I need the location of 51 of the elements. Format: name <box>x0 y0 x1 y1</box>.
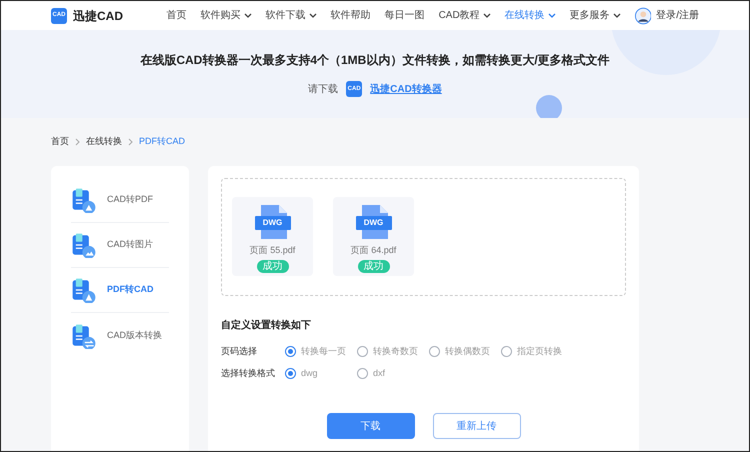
radio-button[interactable] <box>357 346 368 358</box>
logo-text: 迅捷CAD <box>73 8 123 24</box>
setting-label: 页码选择 <box>221 345 258 358</box>
nav-link[interactable]: 首页 <box>166 8 187 23</box>
chevron-right-icon <box>128 138 133 146</box>
document-icon <box>71 322 97 348</box>
nav-link[interactable]: 更多服务 <box>570 8 621 23</box>
radio-label: dxf <box>373 366 386 380</box>
radio-label: 转换偶数页 <box>445 345 490 358</box>
nav-link[interactable]: CAD教程 <box>438 8 491 23</box>
sidebar-item[interactable]: CAD转图片 <box>71 223 169 268</box>
settings-title: 自定义设置转换如下 <box>221 318 312 333</box>
nav-link[interactable]: 软件帮助 <box>330 8 371 23</box>
nav-link[interactable]: 每日一图 <box>384 8 425 23</box>
radio-label: 指定页转换 <box>517 345 562 358</box>
sidebar-item[interactable]: PDF转CAD <box>71 268 169 313</box>
download-prompt: 请下载 <box>308 82 338 96</box>
radio-label: dwg <box>301 366 318 380</box>
nav-link[interactable]: 在线转换 <box>504 8 556 23</box>
document-icon <box>71 187 97 213</box>
file-name: 页面 55.pdf <box>250 244 296 257</box>
radio-button[interactable] <box>501 346 512 358</box>
avatar-icon[interactable] <box>634 6 652 26</box>
reupload-button[interactable]: 重新上传 <box>432 413 520 439</box>
breadcrumb-link[interactable]: PDF转CAD <box>139 135 186 149</box>
radio-button[interactable] <box>357 368 368 379</box>
document-icon <box>71 277 97 303</box>
banner-headline: 在线版CAD转换器一次最多支持4个（1MB以内）文件转换，如需转换更大/更多格式文件 <box>140 52 610 69</box>
file-type-label: DWG <box>262 217 284 229</box>
nav-link[interactable]: 软件下载 <box>266 8 317 23</box>
radio-label: 转换奇数页 <box>373 345 418 358</box>
radio-label: 转换每一页 <box>301 345 346 358</box>
file-icon <box>356 205 392 239</box>
chevron-right-icon <box>75 138 80 146</box>
document-icon <box>71 232 97 258</box>
radio-button[interactable] <box>285 346 296 358</box>
file-type-label: DWG <box>362 217 384 229</box>
file-icon <box>254 205 290 239</box>
breadcrumb-link[interactable]: 首页 <box>51 135 69 149</box>
nav-link[interactable]: 软件购买 <box>200 8 252 23</box>
breadcrumb-link[interactable]: 在线转换 <box>86 135 122 149</box>
login-link[interactable]: 登录/注册 <box>656 8 699 23</box>
status-badge: 成功 <box>358 260 390 272</box>
radio-button[interactable] <box>285 368 296 379</box>
sidebar-item[interactable]: CAD版本转换 <box>71 313 169 358</box>
file-name: 页面 64.pdf <box>350 244 396 257</box>
setting-label: 选择转换格式 <box>221 366 276 380</box>
status-badge: 成功 <box>256 260 288 272</box>
radio-button[interactable] <box>429 346 440 358</box>
sidebar-item[interactable]: CAD转PDF <box>71 178 169 223</box>
download-button[interactable]: 下载 <box>326 413 414 439</box>
